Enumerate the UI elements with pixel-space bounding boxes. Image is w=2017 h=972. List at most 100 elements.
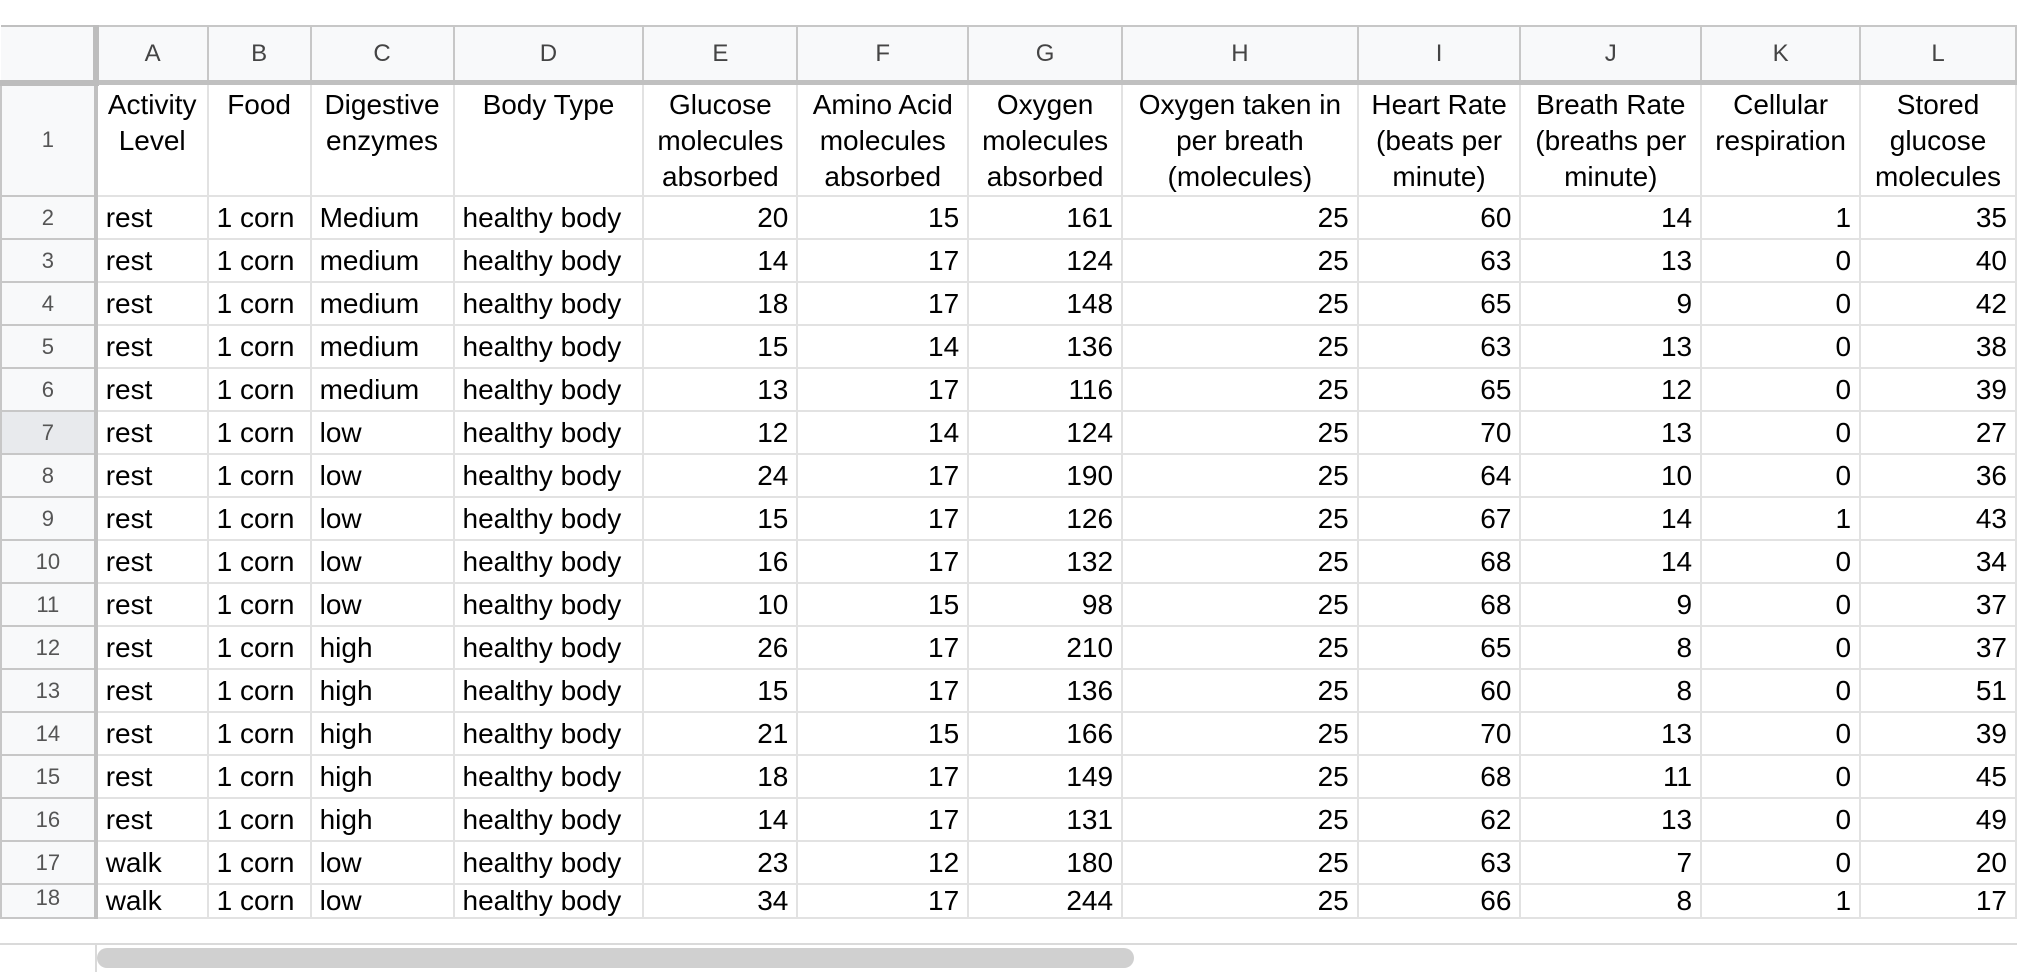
cell-d4[interactable]: healthy body: [452, 281, 645, 326]
cell-g8[interactable]: 190: [967, 453, 1124, 498]
cell-h14[interactable]: 25: [1121, 711, 1359, 756]
cell-l18[interactable]: 17: [1859, 883, 2017, 919]
row-number[interactable]: 10: [0, 539, 98, 584]
cell-f9[interactable]: 17: [796, 496, 970, 541]
header-cell[interactable]: Amino Acid molecules absorbed: [796, 81, 970, 197]
cell-i17[interactable]: 63: [1356, 840, 1522, 885]
column-header-i[interactable]: I: [1356, 25, 1522, 85]
column-header-e[interactable]: E: [642, 25, 799, 85]
cell-f7[interactable]: 14: [796, 410, 970, 455]
cell-c10[interactable]: low: [309, 539, 455, 584]
cell-g18[interactable]: 244: [967, 883, 1124, 919]
cell-l6[interactable]: 39: [1859, 367, 2017, 412]
cell-j12[interactable]: 8: [1519, 625, 1703, 670]
cell-c14[interactable]: high: [309, 711, 455, 756]
row-number[interactable]: 15: [0, 754, 98, 799]
column-header-d[interactable]: D: [452, 25, 645, 85]
cell-j4[interactable]: 9: [1519, 281, 1703, 326]
cell-a14[interactable]: rest: [94, 711, 209, 756]
cell-g4[interactable]: 148: [967, 281, 1124, 326]
cell-h18[interactable]: 25: [1121, 883, 1359, 919]
cell-b14[interactable]: 1 corn: [206, 711, 312, 756]
row-number[interactable]: 13: [0, 668, 98, 713]
header-cell[interactable]: Oxygen molecules absorbed: [967, 81, 1124, 197]
cell-j16[interactable]: 13: [1519, 797, 1703, 842]
cell-i8[interactable]: 64: [1356, 453, 1522, 498]
cell-j11[interactable]: 9: [1519, 582, 1703, 627]
cell-l2[interactable]: 35: [1859, 195, 2017, 240]
cell-b13[interactable]: 1 corn: [206, 668, 312, 713]
column-header-b[interactable]: B: [206, 25, 312, 85]
cell-g15[interactable]: 149: [967, 754, 1124, 799]
cell-c16[interactable]: high: [309, 797, 455, 842]
cell-l4[interactable]: 42: [1859, 281, 2017, 326]
cell-d12[interactable]: healthy body: [452, 625, 645, 670]
cell-c17[interactable]: low: [309, 840, 455, 885]
cell-j14[interactable]: 13: [1519, 711, 1703, 756]
cell-b9[interactable]: 1 corn: [206, 496, 312, 541]
cell-e2[interactable]: 20: [642, 195, 799, 240]
cell-e16[interactable]: 14: [642, 797, 799, 842]
cell-b5[interactable]: 1 corn: [206, 324, 312, 369]
cell-d11[interactable]: healthy body: [452, 582, 645, 627]
header-cell[interactable]: Breath Rate (breaths per minute): [1519, 81, 1703, 197]
cell-j17[interactable]: 7: [1519, 840, 1703, 885]
cell-k5[interactable]: 0: [1700, 324, 1862, 369]
row-number[interactable]: 4: [0, 281, 98, 326]
cell-l8[interactable]: 36: [1859, 453, 2017, 498]
cell-k17[interactable]: 0: [1700, 840, 1862, 885]
cell-e7[interactable]: 12: [642, 410, 799, 455]
cell-d5[interactable]: healthy body: [452, 324, 645, 369]
cell-a3[interactable]: rest: [94, 238, 209, 283]
row-number[interactable]: 1: [0, 81, 98, 197]
cell-l10[interactable]: 34: [1859, 539, 2017, 584]
row-number[interactable]: 18: [0, 883, 98, 919]
cell-b18[interactable]: 1 corn: [206, 883, 312, 919]
cell-b16[interactable]: 1 corn: [206, 797, 312, 842]
cell-g16[interactable]: 131: [967, 797, 1124, 842]
cell-e8[interactable]: 24: [642, 453, 799, 498]
cell-c3[interactable]: medium: [309, 238, 455, 283]
cell-e18[interactable]: 34: [642, 883, 799, 919]
cell-h7[interactable]: 25: [1121, 410, 1359, 455]
cell-h8[interactable]: 25: [1121, 453, 1359, 498]
cell-j9[interactable]: 14: [1519, 496, 1703, 541]
cell-f5[interactable]: 14: [796, 324, 970, 369]
cell-e9[interactable]: 15: [642, 496, 799, 541]
cell-e12[interactable]: 26: [642, 625, 799, 670]
cell-d6[interactable]: healthy body: [452, 367, 645, 412]
cell-c15[interactable]: high: [309, 754, 455, 799]
cell-i12[interactable]: 65: [1356, 625, 1522, 670]
header-cell[interactable]: Digestive enzymes: [309, 81, 455, 197]
cell-e5[interactable]: 15: [642, 324, 799, 369]
cell-b6[interactable]: 1 corn: [206, 367, 312, 412]
cell-h13[interactable]: 25: [1121, 668, 1359, 713]
cell-a5[interactable]: rest: [94, 324, 209, 369]
cell-i11[interactable]: 68: [1356, 582, 1522, 627]
cell-a2[interactable]: rest: [94, 195, 209, 240]
horizontal-scrollbar[interactable]: [0, 943, 2017, 972]
cell-j8[interactable]: 10: [1519, 453, 1703, 498]
cell-d8[interactable]: healthy body: [452, 453, 645, 498]
cell-i16[interactable]: 62: [1356, 797, 1522, 842]
cell-a6[interactable]: rest: [94, 367, 209, 412]
row-number[interactable]: 12: [0, 625, 98, 670]
cell-c6[interactable]: medium: [309, 367, 455, 412]
cell-j13[interactable]: 8: [1519, 668, 1703, 713]
cell-e17[interactable]: 23: [642, 840, 799, 885]
column-header-l[interactable]: L: [1859, 25, 2017, 85]
cell-i13[interactable]: 60: [1356, 668, 1522, 713]
scrollbar-thumb[interactable]: [97, 948, 1134, 968]
cell-j2[interactable]: 14: [1519, 195, 1703, 240]
cell-b3[interactable]: 1 corn: [206, 238, 312, 283]
cell-a12[interactable]: rest: [94, 625, 209, 670]
cell-a15[interactable]: rest: [94, 754, 209, 799]
cell-f11[interactable]: 15: [796, 582, 970, 627]
cell-c12[interactable]: high: [309, 625, 455, 670]
cell-k14[interactable]: 0: [1700, 711, 1862, 756]
cell-a8[interactable]: rest: [94, 453, 209, 498]
cell-e11[interactable]: 10: [642, 582, 799, 627]
cell-h5[interactable]: 25: [1121, 324, 1359, 369]
cell-f2[interactable]: 15: [796, 195, 970, 240]
cell-h3[interactable]: 25: [1121, 238, 1359, 283]
